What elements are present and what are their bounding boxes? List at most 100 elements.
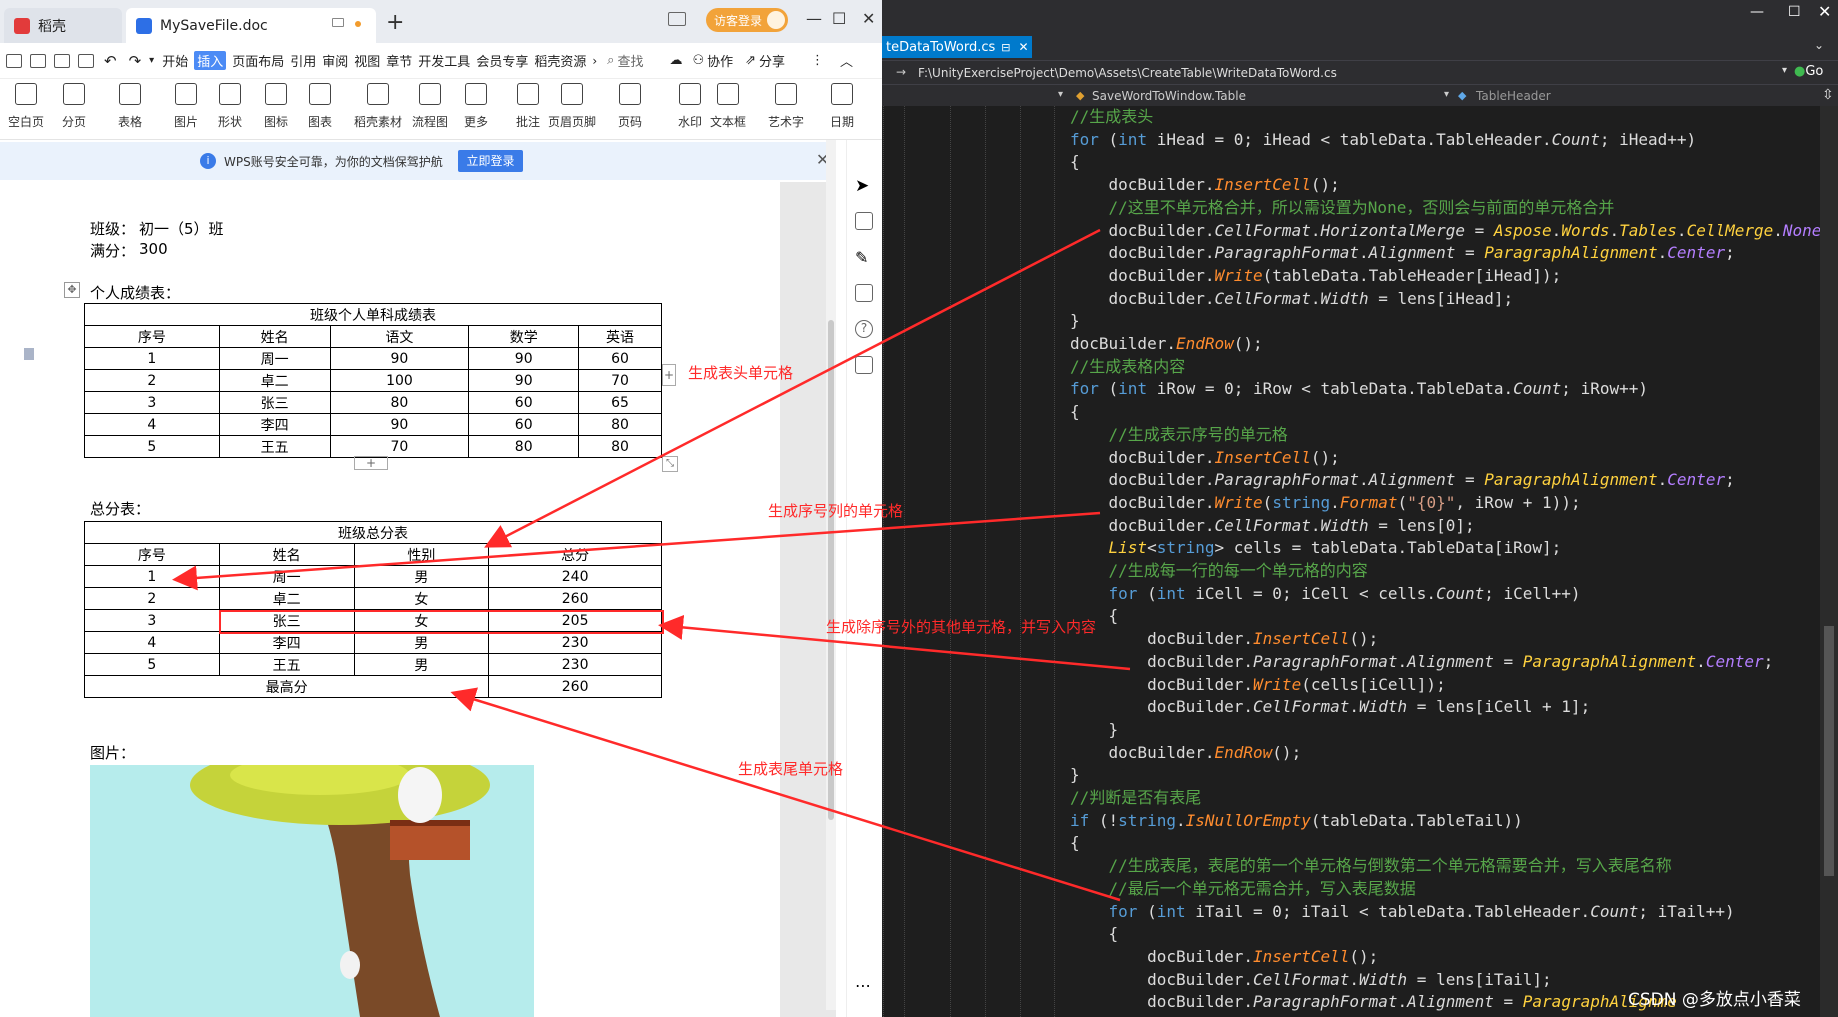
table-tail-value[interactable]: 260: [488, 675, 662, 698]
menu-layout[interactable]: 页面布局: [232, 51, 284, 70]
table-cell[interactable]: 90: [468, 369, 580, 392]
table-header-cell[interactable]: 语文: [329, 325, 470, 348]
table-cell[interactable]: 2: [84, 587, 220, 610]
print-icon[interactable]: [54, 53, 70, 68]
table-cell[interactable]: 周一: [218, 565, 355, 588]
code-line[interactable]: docBuilder.Write(cells[iCell]);: [1070, 674, 1446, 697]
resize-table-handle-icon[interactable]: ⤡: [662, 456, 678, 472]
table-personal-scores[interactable]: 班级个人单科成绩表 序号 姓名 语文 数学 英语 1 周一 90 90 60 2 卓二 100 90 70 3 张…: [84, 303, 662, 458]
code-line[interactable]: docBuilder.CellFormat.HorizontalMerge = …: [1070, 220, 1832, 243]
chevron-down-icon[interactable]: ⌄: [1814, 38, 1824, 52]
table-cell[interactable]: 男: [353, 653, 490, 676]
collab-label[interactable]: 协作: [707, 51, 733, 70]
ribbon-button[interactable]: 图表: [294, 80, 346, 140]
code-line[interactable]: if (!string.IsNullOrEmpty(tableData.Tabl…: [1070, 810, 1523, 833]
more-tools-icon[interactable]: ⋯: [855, 976, 873, 995]
table-cell[interactable]: 4: [84, 413, 220, 436]
menu-start[interactable]: 开始: [162, 51, 188, 70]
layout-icon[interactable]: [668, 12, 686, 26]
menu-developer[interactable]: 开发工具: [418, 51, 470, 70]
table-cell[interactable]: 男: [353, 631, 490, 654]
code-line[interactable]: docBuilder.CellFormat.Width = lens[0];: [1070, 515, 1475, 538]
rocket-icon[interactable]: [855, 212, 873, 230]
chevron-right-icon[interactable]: ›: [592, 54, 597, 68]
go-button[interactable]: ●Go: [1794, 64, 1823, 79]
ribbon-button[interactable]: 页眉页脚: [546, 80, 598, 140]
nav-member-select[interactable]: TableHeader: [1476, 89, 1551, 103]
close-icon[interactable]: ✕: [1019, 40, 1029, 54]
table-cell[interactable]: 205: [488, 609, 662, 632]
table-cell[interactable]: 4: [84, 631, 220, 654]
close-button[interactable]: ✕: [1818, 2, 1831, 21]
code-line[interactable]: //生成表格内容: [1070, 356, 1185, 379]
code-line[interactable]: docBuilder.CellFormat.Width = lens[iTail…: [1070, 969, 1552, 992]
code-line[interactable]: for (int iRow = 0; iRow < tableData.Tabl…: [1070, 378, 1648, 401]
login-now-button[interactable]: 立即登录: [458, 150, 523, 172]
pen-icon[interactable]: ✎: [855, 248, 873, 267]
table-header-cell[interactable]: 序号: [84, 543, 220, 566]
table-header-cell[interactable]: 姓名: [218, 543, 355, 566]
code-line[interactable]: docBuilder.ParagraphFormat.Alignment = P…: [1070, 469, 1735, 492]
table-cell[interactable]: 90: [468, 347, 580, 370]
search-icon[interactable]: ⌕: [607, 53, 614, 68]
code-line[interactable]: docBuilder.EndRow();: [1070, 333, 1263, 356]
code-line[interactable]: docBuilder.InsertCell();: [1070, 628, 1378, 651]
save-icon[interactable]: [6, 53, 22, 68]
table-header-cell[interactable]: 序号: [84, 325, 220, 348]
share-icon[interactable]: ⇗: [745, 53, 756, 68]
ribbon-button[interactable]: 艺术字: [760, 80, 812, 140]
table-title[interactable]: 班级个人单科成绩表: [84, 303, 662, 326]
scroll-thumb[interactable]: [828, 320, 834, 820]
document-scrollbar[interactable]: [826, 140, 836, 1010]
comic-image[interactable]: [90, 765, 534, 1017]
redo-icon[interactable]: ↷: [129, 52, 142, 70]
ribbon-button[interactable]: 流程图: [404, 80, 456, 140]
table-cell[interactable]: 65: [578, 391, 662, 414]
maximize-button[interactable]: ☐: [1788, 4, 1801, 20]
tab-writedatatoword[interactable]: teDataToWord.cs ⊟ ✕: [882, 36, 1032, 58]
chevron-down-icon[interactable]: ▾: [1444, 89, 1449, 100]
code-line[interactable]: }: [1070, 719, 1119, 742]
ribbon-button[interactable]: 页码: [604, 80, 656, 140]
table-cell[interactable]: 2: [84, 369, 220, 392]
menu-docer[interactable]: 稻壳资源: [534, 51, 586, 70]
table-cell[interactable]: 5: [84, 653, 220, 676]
table-cell[interactable]: 70: [578, 369, 662, 392]
menu-insert[interactable]: 插入: [194, 51, 227, 70]
ribbon-button[interactable]: 分页: [48, 80, 100, 140]
chevron-down-icon[interactable]: ▾: [1782, 65, 1787, 76]
code-line[interactable]: docBuilder.InsertCell();: [1070, 946, 1378, 969]
chevron-down-icon[interactable]: ▾: [149, 55, 154, 66]
adjust-icon[interactable]: [855, 284, 873, 302]
code-line[interactable]: //生成每一行的每一个单元格的内容: [1070, 560, 1368, 583]
table-cell[interactable]: 60: [578, 347, 662, 370]
code-line[interactable]: docBuilder.ParagraphFormat.Alignment = P…: [1070, 991, 1677, 1014]
table-cell[interactable]: 男: [353, 565, 490, 588]
search-label[interactable]: 查找: [617, 51, 643, 70]
add-column-button[interactable]: +: [662, 364, 676, 386]
table-cell[interactable]: 100: [329, 369, 470, 392]
table-total-scores[interactable]: 班级总分表 序号 姓名 性别 总分 1 周一男 240 2 卓二女 260 3 张三女 205 4 李四男 23…: [83, 521, 662, 698]
chevron-down-icon[interactable]: ▾: [1058, 89, 1063, 100]
ribbon-button[interactable]: 空白页: [0, 80, 52, 140]
minimize-button[interactable]: —: [1750, 4, 1764, 20]
paragraph-marker-icon[interactable]: [24, 348, 34, 360]
cloud-icon[interactable]: ☁: [669, 53, 682, 68]
table-cell[interactable]: 5: [84, 435, 220, 458]
table-cell[interactable]: 80: [468, 435, 580, 458]
code-line[interactable]: //这里不单元格合并，所以需设置为None，否则会与前面的单元格合并: [1070, 197, 1615, 220]
code-line[interactable]: {: [1070, 832, 1080, 855]
table-header-cell[interactable]: 总分: [488, 543, 662, 566]
move-table-handle-icon[interactable]: ✥: [64, 282, 80, 298]
table-cell[interactable]: 卓二: [218, 369, 331, 392]
ribbon-button[interactable]: 稻壳素材: [352, 80, 404, 140]
table-cell[interactable]: 女: [353, 587, 490, 610]
code-line[interactable]: docBuilder.InsertCell();: [1070, 447, 1340, 470]
table-cell[interactable]: 李四: [218, 413, 331, 436]
code-line[interactable]: docBuilder.Write(tableData.TableHeader[i…: [1070, 265, 1562, 288]
table-cell[interactable]: 80: [578, 413, 662, 436]
table-cell[interactable]: 女: [353, 609, 490, 632]
table-cell[interactable]: 90: [329, 413, 470, 436]
table-cell[interactable]: 3: [84, 391, 220, 414]
menu-view[interactable]: 视图: [354, 51, 380, 70]
